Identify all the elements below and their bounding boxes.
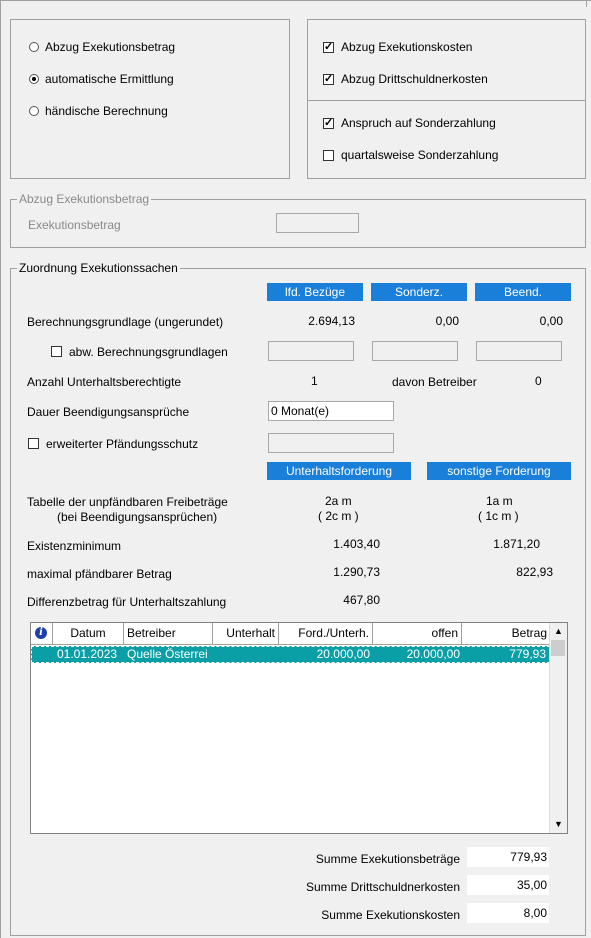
max-label: maximal pfändbarer Betrag xyxy=(27,567,172,581)
column-header-datum[interactable]: Datum xyxy=(53,623,124,645)
checkbox-abzug-exekutionskosten[interactable]: ✓ xyxy=(323,42,334,53)
column-header-ford-unterh[interactable]: Ford./Unterh. xyxy=(279,623,373,645)
tabelle-unterhalt-sub: ( 2c m ) xyxy=(318,509,359,523)
column-header-betrag[interactable]: Betrag xyxy=(462,623,551,645)
table-vertical-scrollbar[interactable]: ▲ ▼ xyxy=(549,623,567,833)
row-ford: 20.000,00 xyxy=(316,647,370,661)
radio-label-automatisch: automatische Ermittlung xyxy=(45,72,174,86)
basis-label: Berechnungsgrundlage (ungerundet) xyxy=(27,315,224,329)
abw-beend-input[interactable] xyxy=(476,341,562,361)
abw-lfd-input[interactable] xyxy=(268,341,354,361)
column-header-betreiber[interactable]: Betreiber xyxy=(124,623,213,645)
radio-label-haendisch: händische Berechnung xyxy=(45,104,168,118)
checkbox-quartalsweise[interactable] xyxy=(323,150,334,161)
sum-exekutionskosten-value: 8,00 xyxy=(467,903,549,923)
exmin-label: Existenzminimum xyxy=(27,539,122,553)
scroll-thumb[interactable] xyxy=(551,640,565,656)
table-row[interactable]: 01.01.2023 Quelle Österrei 20.000,00 20.… xyxy=(31,646,550,663)
sonderzahlung-group xyxy=(307,100,586,179)
checkbox-anspruch-sonderzahlung[interactable]: ✓ xyxy=(323,118,334,129)
exec-amount-label: Exekutionsbetrag xyxy=(28,218,121,232)
column-header-lfd-bezuege: lfd. Bezüge xyxy=(267,283,363,301)
count-label: Anzahl Unterhaltsberechtigte xyxy=(27,375,182,389)
scroll-up-icon[interactable]: ▲ xyxy=(550,623,567,640)
basis-lfd-value: 2.694,13 xyxy=(308,314,355,328)
checkbox-label-exekutionskosten: Abzug Exekutionskosten xyxy=(341,40,473,54)
sum-drittschuldnerkosten-label: Summe Drittschuldnerkosten xyxy=(305,880,460,894)
sum-drittschuldnerkosten-value: 35,00 xyxy=(467,875,549,895)
row-betrag: 779,93 xyxy=(509,647,546,661)
max-sonstige-value: 822,93 xyxy=(516,565,553,579)
tabelle-unterhalt-value: 2a m xyxy=(325,494,352,508)
row-offen: 20.000,00 xyxy=(406,647,460,661)
diff-value: 467,80 xyxy=(343,593,380,607)
info-icon: i xyxy=(35,627,47,639)
dauer-label: Dauer Beendigungsansprüche xyxy=(27,405,190,419)
column-header-unterhalt[interactable]: Unterhalt xyxy=(213,623,279,645)
tabelle-label: Tabelle der unpfändbaren Freibeträge xyxy=(27,495,228,509)
abw-sonderz-input[interactable] xyxy=(372,341,458,361)
exmin-sonstige-value: 1.871,20 xyxy=(493,537,540,551)
row-betreiber: Quelle Österrei xyxy=(127,647,208,661)
davon-value: 0 xyxy=(535,374,542,388)
checkbox-label-drittschuldnerkosten: Abzug Drittschuldnerkosten xyxy=(341,72,488,86)
column-header-offen[interactable]: offen xyxy=(373,623,462,645)
sonstige-forderung-button[interactable]: sonstige Forderung xyxy=(427,462,571,480)
column-header-beend: Beend. xyxy=(475,283,571,301)
checkbox-label-sonderzahlung: Anspruch auf Sonderzahlung xyxy=(341,116,496,130)
count-value: 1 xyxy=(311,374,318,388)
checkbox-abzug-drittschuldnerkosten[interactable]: ✓ xyxy=(323,74,334,85)
basis-sonderz-value: 0,00 xyxy=(435,314,459,328)
sum-exekutionskosten-label: Summe Exekutionskosten xyxy=(321,908,460,922)
exec-amount-input[interactable] xyxy=(276,213,359,233)
row-datum: 01.01.2023 xyxy=(57,647,118,661)
checkbox-erweiterter-pfaendungsschutz[interactable] xyxy=(28,438,39,449)
info-column-header[interactable]: i xyxy=(31,623,53,645)
checkbox-abw-berechnungsgrundlagen[interactable] xyxy=(51,346,62,357)
max-unterhalt-value: 1.290,73 xyxy=(333,565,380,579)
dauer-input[interactable]: 0 Monat(e) xyxy=(268,401,394,421)
checkbox-label-quartalsweise: quartalsweise Sonderzahlung xyxy=(341,148,499,162)
sum-exekutionsbetraege-value: 779,93 xyxy=(467,847,549,867)
schutz-label: erweiterter Pfändungsschutz xyxy=(46,437,199,451)
execution-table[interactable]: i Datum Betreiber Unterhalt Ford./Unterh… xyxy=(30,622,568,834)
schutz-input[interactable] xyxy=(268,433,394,453)
diff-label: Differenzbetrag für Unterhaltszahlung xyxy=(27,595,227,609)
radio-haendische-berechnung[interactable] xyxy=(29,106,39,116)
abw-label: abw. Berechnungsgrundlagen xyxy=(69,345,228,359)
radio-automatische-ermittlung[interactable] xyxy=(29,74,39,84)
unterhaltsforderung-button[interactable]: Unterhaltsforderung xyxy=(267,462,411,480)
tabelle-sublabel: (bei Beendigungsansprüchen) xyxy=(57,510,218,524)
deductions-group xyxy=(307,19,586,101)
top-right-divider xyxy=(586,0,587,7)
scroll-down-icon[interactable]: ▼ xyxy=(550,816,567,833)
exmin-unterhalt-value: 1.403,40 xyxy=(333,537,380,551)
tabelle-sonstige-value: 1a m xyxy=(486,494,513,508)
radio-abzug-exekutionsbetrag[interactable] xyxy=(29,42,39,52)
sum-exekutionsbetraege-label: Summe Exekutionsbeträge xyxy=(315,852,460,866)
tabelle-sonstige-sub: ( 1c m ) xyxy=(478,509,519,523)
davon-label: davon Betreiber xyxy=(392,375,477,389)
radio-label-abzug: Abzug Exekutionsbetrag xyxy=(45,40,176,54)
basis-beend-value: 0,00 xyxy=(539,314,563,328)
column-header-sonderz: Sonderz. xyxy=(371,283,467,301)
exec-amount-legend: Abzug Exekutionsbetrag xyxy=(17,192,152,206)
assignment-legend: Zuordnung Exekutionssachen xyxy=(17,261,180,275)
